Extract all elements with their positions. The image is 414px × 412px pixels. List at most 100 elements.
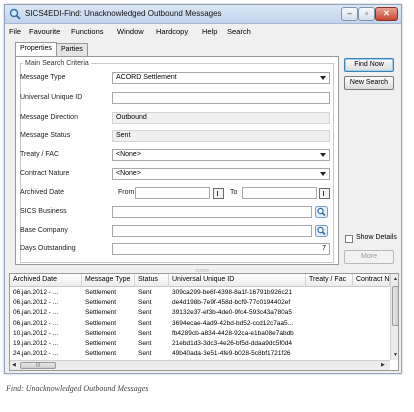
show-details-label: Show Details [356, 234, 397, 241]
column-header[interactable]: Contract Na [353, 274, 390, 287]
table-cell: Sent [138, 350, 152, 358]
message-status-label: Message Status [20, 132, 71, 139]
table-cell: 06.jan.2012 - ... [13, 299, 59, 307]
table-cell [353, 339, 390, 349]
scroll-up-icon[interactable]: ▲ [393, 276, 398, 282]
table-cell [306, 298, 353, 308]
table-row[interactable]: 06.jan.2012 - ... Settlement Sent de4d198b-… [10, 298, 390, 308]
treaty-fac-label: Treaty / FAC [20, 151, 60, 158]
menu-functions[interactable]: Functions [71, 27, 104, 36]
scroll-thumb[interactable] [392, 286, 398, 326]
results-table: Archived Date Message Type Status Univer… [9, 273, 399, 371]
calendar-to-icon[interactable] [319, 188, 330, 199]
scroll-down-icon[interactable]: ▼ [393, 352, 398, 358]
column-header[interactable]: Message Type [82, 274, 135, 287]
table-row[interactable]: 24.jan.2012 - ... Settlement Sent 49b40ada-… [10, 349, 390, 359]
sics-business-input[interactable] [112, 206, 312, 218]
table-cell [306, 288, 353, 298]
table-cell [353, 349, 390, 359]
days-outstanding-input[interactable]: 7 [112, 243, 330, 255]
menu-help[interactable]: Help [202, 27, 217, 36]
table-cell [353, 329, 390, 339]
message-type-dropdown[interactable]: ACORD Settlement [112, 72, 330, 84]
table-cell: Settlement [85, 289, 117, 296]
column-header[interactable]: Treaty / Fac [306, 274, 353, 287]
table-cell [353, 319, 390, 329]
column-header[interactable]: Archived Date [10, 274, 82, 287]
minimize-button[interactable]: – [341, 7, 358, 21]
base-company-input[interactable] [112, 225, 312, 237]
maximize-button[interactable]: ▫ [358, 7, 375, 21]
table-cell [306, 319, 353, 329]
table-row[interactable]: 06.jan.2012 - ... Settlement Sent 3694ecae-… [10, 319, 390, 329]
find-window: SICS4EDI-Find: Unacknowledged Outbound M… [4, 4, 402, 374]
table-row[interactable]: 10.jan.2012 - ... Settlement Sent fb4289cb-… [10, 329, 390, 339]
figure-caption: Find: Unacknowledged Outbound Messages [6, 384, 149, 393]
menu-favourite[interactable]: Favourite [29, 27, 60, 36]
message-direction-field: Outbound [112, 112, 330, 124]
table-cell: 19.jan.2012 - ... [13, 340, 59, 347]
chevron-down-icon [320, 153, 326, 157]
treaty-fac-value: <None> [116, 151, 141, 158]
show-details-checkbox[interactable] [345, 235, 353, 243]
uuid-input[interactable] [112, 92, 330, 104]
scroll-right-icon[interactable]: ▶ [381, 362, 385, 368]
table-cell [306, 329, 353, 339]
message-type-value: ACORD Settlement [116, 74, 177, 81]
table-cell: 309ca299-be6f-4398-8a1f-16791b926c21 [172, 289, 292, 296]
table-cell: 06.jan.2012 - ... [13, 309, 59, 317]
table-cell: 39132e37-ef3b-4de0-9fc4-593c43a780a5 [172, 309, 292, 317]
base-company-label: Base Company [20, 227, 68, 234]
new-search-button[interactable]: New Search [344, 76, 394, 90]
table-cell: 06.jan.2012 - ... [13, 289, 59, 296]
table-cell [306, 308, 353, 318]
table-cell [353, 308, 390, 318]
treaty-fac-dropdown[interactable]: <None> [112, 149, 330, 161]
sics-business-label: SICS Business [20, 208, 67, 215]
table-cell [353, 298, 390, 308]
table-cell [306, 339, 353, 349]
column-header[interactable]: Universal Unique ID [169, 274, 306, 287]
table-cell: Settlement [85, 350, 117, 358]
magnifier-app-icon [9, 8, 21, 20]
find-now-button[interactable]: Find Now [344, 58, 394, 72]
contract-nature-value: <None> [116, 170, 141, 177]
menu-hardcopy[interactable]: Hardcopy [156, 27, 188, 36]
vertical-scrollbar[interactable]: ▲ ▼ [390, 274, 398, 360]
table-cell: de4d198b-7e9f-458d-bcf9-77c0194402ef [172, 299, 291, 307]
archived-to-input[interactable] [242, 187, 317, 199]
table-cell: Settlement [85, 309, 117, 317]
table-cell: Sent [138, 309, 152, 317]
message-status-field: Sent [112, 130, 330, 142]
search-icon[interactable] [315, 206, 328, 218]
calendar-from-icon[interactable] [213, 188, 224, 199]
horizontal-scrollbar[interactable]: ◀ ||| ▶ [10, 360, 390, 370]
table-row[interactable]: 19.jan.2012 - ... Settlement Sent 21ebd1d3-… [10, 339, 390, 349]
pane-splitter[interactable]: ○○○○○ [9, 268, 399, 274]
from-label: From [118, 189, 135, 196]
contract-nature-label: Contract Nature [20, 170, 70, 177]
menu-search[interactable]: Search [227, 27, 251, 36]
title-bar[interactable]: SICS4EDI-Find: Unacknowledged Outbound M… [5, 5, 401, 24]
contract-nature-dropdown[interactable]: <None> [112, 168, 330, 180]
table-cell: 49b40ada-3e51-4fe9-b028-5c8bf1721f26 [172, 350, 291, 358]
scroll-left-icon[interactable]: ◀ [12, 362, 16, 368]
table-cell: 3694ecae-4ad9-42bd-bd52-ccd12c7aa5... [172, 319, 294, 327]
column-header[interactable]: Status [135, 274, 169, 287]
search-icon[interactable] [315, 225, 328, 237]
window-title: SICS4EDI-Find: Unacknowledged Outbound M… [25, 9, 222, 18]
table-cell: 10.jan.2012 - ... [13, 329, 59, 337]
hscroll-thumb[interactable]: ||| [20, 362, 56, 369]
days-outstanding-label: Days Outstanding [20, 245, 76, 252]
menu-file[interactable]: File [9, 27, 21, 36]
tab-parties[interactable]: Parties [56, 43, 88, 56]
tab-properties[interactable]: Properties [15, 42, 57, 57]
table-row[interactable]: 06.jan.2012 - ... Settlement Sent 39132e37-… [10, 308, 390, 318]
more-button[interactable]: More [344, 250, 394, 264]
table-cell: Settlement [85, 299, 117, 307]
table-row[interactable]: 06.jan.2012 - ... Settlement Sent 309ca299-… [10, 288, 390, 298]
menu-window[interactable]: Window [117, 27, 144, 36]
archived-from-input[interactable] [135, 187, 210, 199]
close-button[interactable]: ✕ [375, 7, 398, 21]
message-direction-label: Message Direction [20, 114, 78, 121]
